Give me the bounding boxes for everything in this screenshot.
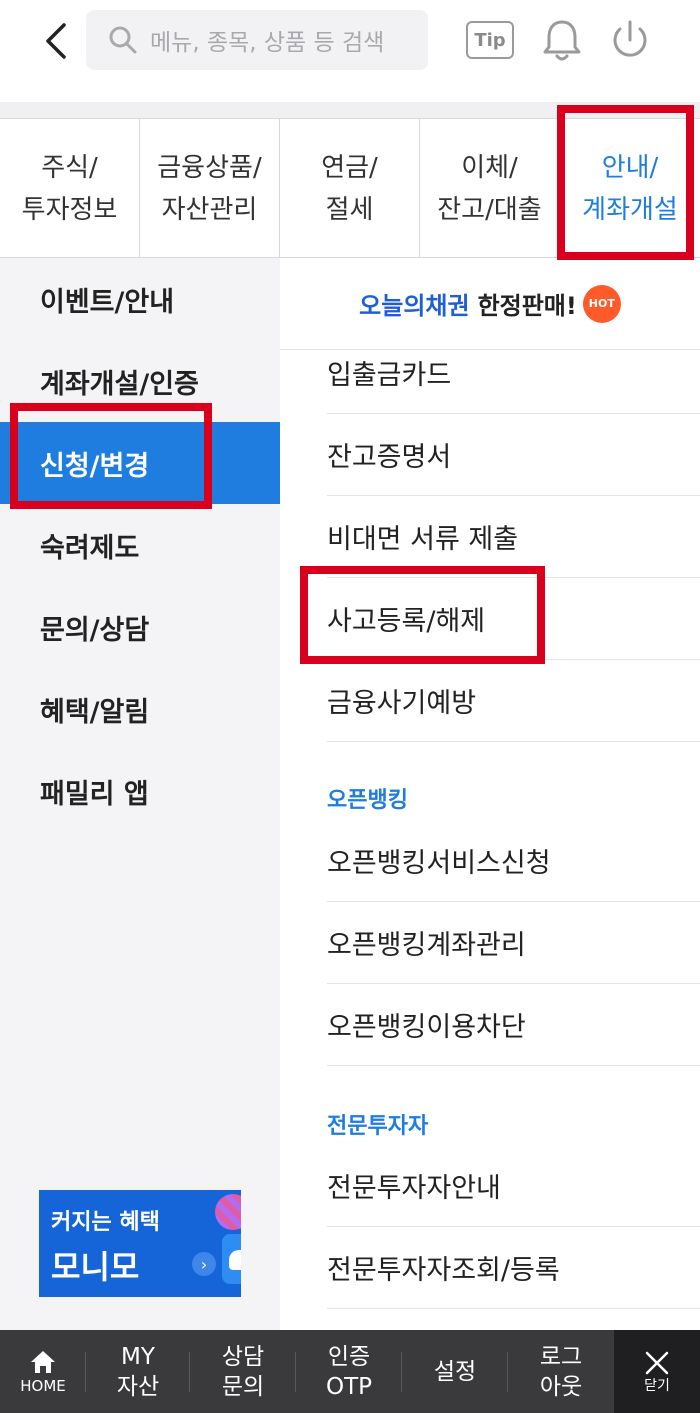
menu-item-fraud-prevention[interactable]: 금융사기예방 (327, 660, 700, 742)
back-button[interactable] (36, 18, 76, 64)
sidebar-item-apply-change[interactable]: 신청/변경 (0, 422, 280, 504)
menu-item-open-banking-accounts[interactable]: 오픈뱅킹계좌관리 (327, 902, 700, 984)
chevron-right-icon: › (192, 1252, 216, 1276)
monimo-promo-banner[interactable]: 커지는 혜택 모니모 › (39, 1190, 241, 1297)
section-title-open-banking: 오픈뱅킹 (327, 788, 408, 813)
sidebar-item-cooling-off[interactable]: 숙려제도 (0, 504, 280, 586)
candy-illustration (215, 1194, 241, 1230)
bond-brand: 오늘의채권 (359, 292, 470, 320)
home-icon (31, 1350, 55, 1373)
nav-logout-label: 로그 아웃 (539, 1343, 583, 1400)
menu-content: 오늘의채권 한정판매! HOT 입출금카드 잔고증명서 비대면 서류 제출 사고… (280, 258, 700, 1330)
close-icon (645, 1351, 669, 1374)
sidebar-item-account-opening[interactable]: 계좌개설/인증 (0, 340, 280, 422)
bond-banner-text: 한정판매! (477, 292, 577, 320)
promo-line1: 커지는 혜택 (51, 1210, 160, 1235)
top-bar: 메뉴, 종목, 상품 등 검색 Tip (0, 0, 700, 102)
monimo-logo-mark (229, 1250, 241, 1270)
menu-item-open-banking-apply[interactable]: 오픈뱅킹서비스신청 (327, 820, 700, 902)
tip-button[interactable]: Tip (466, 21, 514, 59)
chevron-left-icon (46, 23, 66, 59)
menu-item-balance-certificate[interactable]: 잔고증명서 (327, 414, 700, 496)
tab-guide-account-opening[interactable]: 안내/ 계좌개설 (560, 119, 700, 258)
tab-financial-products[interactable]: 금융상품/ 자산관리 (140, 119, 280, 258)
menu-item-remote-documents[interactable]: 비대면 서류 제출 (327, 496, 700, 578)
nav-close-label: 닫기 (644, 1377, 670, 1394)
nav-logout[interactable]: 로그 아웃 (508, 1330, 614, 1413)
logout-power-button[interactable] (608, 16, 652, 64)
nav-auth-otp[interactable]: 인증 OTP (296, 1330, 402, 1413)
promo-line2: 모니모 (51, 1248, 140, 1286)
bottom-nav: HOME MY 자산 상담 문의 인증 OTP 설정 로그 아웃 닫기 (0, 1330, 700, 1413)
nav-auth-otp-label: 인증 OTP (325, 1343, 373, 1400)
menu-item-pro-investor-guide[interactable]: 전문투자자안내 (327, 1145, 700, 1227)
hot-badge: HOT (582, 284, 621, 323)
nav-my-assets-label: MY 자산 (116, 1343, 160, 1400)
menu-item-pro-investor-register[interactable]: 전문투자자조회/등록 (327, 1227, 700, 1309)
search-placeholder: 메뉴, 종목, 상품 등 검색 (150, 30, 385, 56)
divider (0, 102, 700, 118)
menu-item-open-banking-block[interactable]: 오픈뱅킹이용차단 (327, 984, 700, 1066)
nav-settings[interactable]: 설정 (402, 1330, 508, 1413)
sidebar-item-family-app[interactable]: 패밀리 앱 (0, 750, 280, 832)
nav-home-label: HOME (20, 1376, 66, 1395)
sidebar-item-events[interactable]: 이벤트/안내 (0, 258, 280, 340)
section-title-professional-investor: 전문투자자 (327, 1114, 429, 1139)
nav-home[interactable]: HOME (0, 1330, 86, 1413)
power-icon (613, 20, 647, 57)
search-input[interactable]: 메뉴, 종목, 상품 등 검색 (86, 10, 428, 70)
nav-consult[interactable]: 상담 문의 (190, 1330, 296, 1413)
tab-pension-tax[interactable]: 연금/ 절세 (280, 119, 420, 258)
sidebar-item-benefits[interactable]: 혜택/알림 (0, 668, 280, 750)
bell-icon (543, 20, 581, 61)
tab-transfer-balance-loan[interactable]: 이체/ 잔고/대출 (420, 119, 560, 258)
sidebar-item-inquiry[interactable]: 문의/상담 (0, 586, 280, 668)
sidebar: 이벤트/안내 계좌개설/인증 신청/변경 숙려제도 문의/상담 혜택/알림 패밀… (0, 258, 280, 1330)
search-icon (109, 26, 137, 54)
notification-button[interactable] (540, 16, 584, 64)
tab-stocks-info[interactable]: 주식/ 투자정보 (0, 119, 140, 258)
menu-item-incident-registration[interactable]: 사고등록/해제 (327, 578, 700, 660)
nav-close-button[interactable]: 닫기 (614, 1330, 700, 1413)
nav-my-assets[interactable]: MY 자산 (86, 1330, 190, 1413)
menu-item-debit-card[interactable]: 입출금카드 (327, 332, 700, 414)
category-tabs: 주식/ 투자정보 금융상품/ 자산관리 연금/ 절세 이체/ 잔고/대출 안내/… (0, 118, 700, 258)
nav-settings-label: 설정 (433, 1358, 477, 1385)
nav-consult-label: 상담 문의 (221, 1343, 265, 1400)
